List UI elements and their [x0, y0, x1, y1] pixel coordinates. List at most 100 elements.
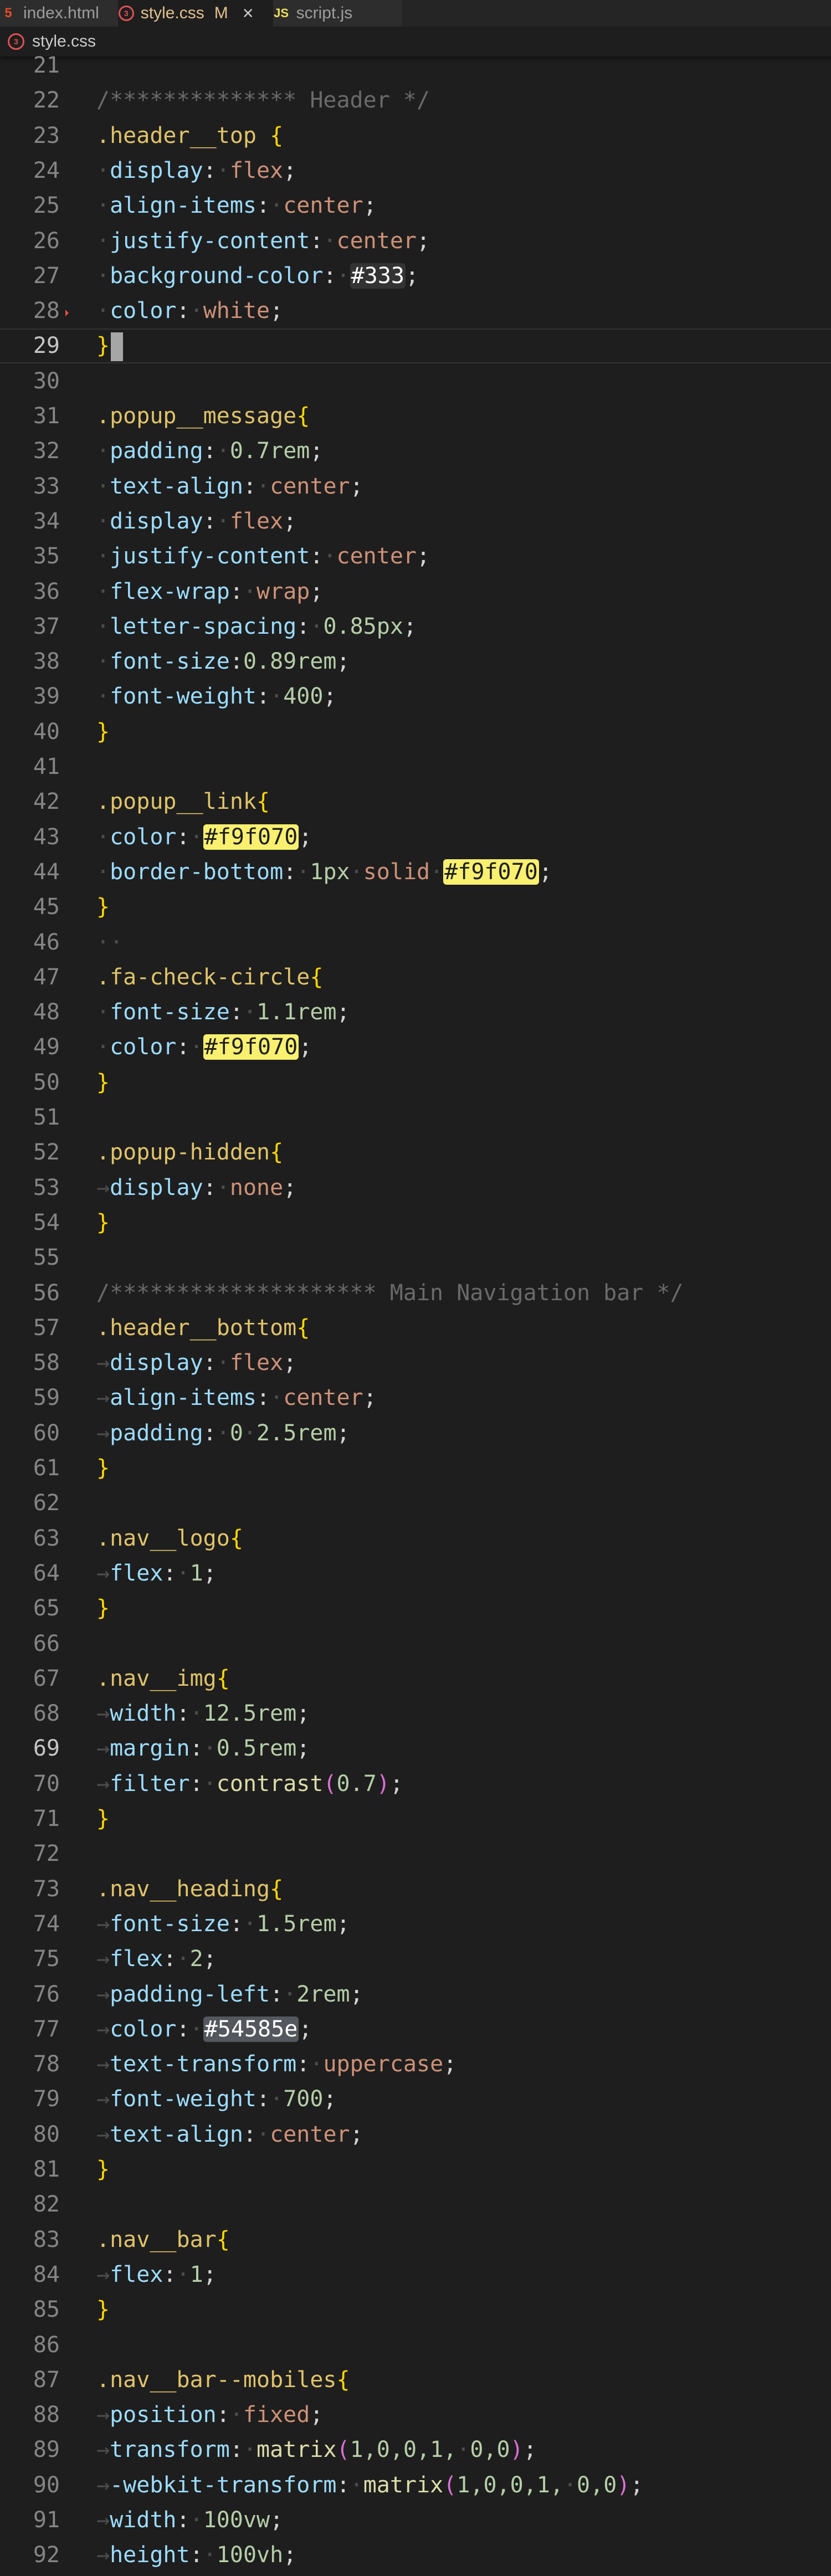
code-line[interactable]: 40}	[0, 715, 831, 750]
code-text: }	[96, 1065, 110, 1100]
code-line[interactable]: 27 ·background-color:·#333;	[0, 259, 831, 294]
code-line[interactable]: 49 ·color:·#f9f070;	[0, 1030, 831, 1065]
code-token: align-items	[110, 193, 257, 219]
code-line[interactable]: 77 →color:·#54585e;	[0, 2012, 831, 2047]
line-number: 52	[33, 1140, 60, 1166]
code-line[interactable]: 46 ··	[0, 925, 831, 960]
code-line[interactable]: 69 →margin:·0.5rem;	[0, 1731, 831, 1766]
code-line[interactable]: 78 →text-transform:·uppercase;	[0, 2047, 831, 2082]
code-line[interactable]: 71}	[0, 1802, 831, 1836]
code-line[interactable]: 51	[0, 1100, 831, 1135]
code-line[interactable]: 85}	[0, 2292, 831, 2327]
code-line[interactable]: 60 →padding:·0·2.5rem;	[0, 1416, 831, 1451]
code-line[interactable]: 23 .header__top {	[0, 119, 831, 153]
code-line[interactable]: 61}	[0, 1451, 831, 1486]
code-token: ;	[389, 1771, 403, 1797]
code-line[interactable]: 24 ·display:·flex;	[0, 153, 831, 188]
code-token: }	[96, 1209, 110, 1235]
code-token: 2	[189, 1946, 203, 1972]
code-line[interactable]: 67 .nav__img{	[0, 1661, 831, 1696]
code-line[interactable]: 47 .fa-check-circle{	[0, 960, 831, 995]
code-text: →display:·none;	[96, 1171, 296, 1205]
line-number: 89	[33, 2437, 60, 2463]
code-line[interactable]: 22 /************** Header */	[0, 83, 831, 118]
code-token: ·	[243, 1420, 257, 1446]
code-line[interactable]: 35 ·justify-content:·center;	[0, 539, 831, 574]
code-line[interactable]: 54}	[0, 1205, 831, 1240]
code-line[interactable]: 82	[0, 2187, 831, 2222]
code-line[interactable]: 74 →font-size:·1.5rem;	[0, 1907, 831, 1942]
tab-script-js[interactable]: JS script.js	[273, 0, 403, 27]
code-text: →font-size:·1.5rem;	[96, 1907, 350, 1942]
code-line[interactable]: 32 ·padding:·0.7rem;	[0, 434, 831, 469]
code-line[interactable]: 62	[0, 1486, 831, 1521]
code-line[interactable]: 89 →transform:·matrix(1,0,0,1,·0,0);	[0, 2433, 831, 2467]
code-line[interactable]: 66	[0, 1626, 831, 1661]
code-line[interactable]: 90 →-webkit-transform:·matrix(1,0,0,1,·0,…	[0, 2468, 831, 2503]
code-token: ;	[417, 543, 430, 569]
code-line[interactable]: 37 ·letter-spacing:·0.85px;	[0, 609, 831, 644]
code-line[interactable]: 80 →text-align:·center;	[0, 2117, 831, 2152]
code-token: width	[110, 1701, 177, 1727]
code-line[interactable]: 73 .nav__heading{	[0, 1872, 831, 1907]
code-line[interactable]: 30	[0, 364, 831, 399]
code-line[interactable]: 52 .popup-hidden{	[0, 1135, 831, 1170]
code-line[interactable]: 59 →align-items:·center;	[0, 1381, 831, 1415]
code-line[interactable]: 57 .header__bottom{	[0, 1311, 831, 1346]
code-line[interactable]: 39 ·font-weight:·400;	[0, 679, 831, 714]
code-text: .nav__bar--mobiles{	[96, 2363, 350, 2398]
code-line[interactable]: 25 ·align-items:·center;	[0, 188, 831, 223]
code-line[interactable]: 41	[0, 750, 831, 784]
code-line[interactable]: 70 →filter:·contrast(0.7);	[0, 1767, 831, 1802]
code-line[interactable]: 72	[0, 1836, 831, 1871]
code-line[interactable]: 21	[0, 48, 831, 83]
code-token: .nav__img	[96, 1665, 217, 1691]
code-line[interactable]: 28 ·color:·white;	[0, 294, 831, 329]
code-line[interactable]: 79 →font-weight:·700;	[0, 2082, 831, 2117]
code-line[interactable]: 44 ·border-bottom:·1px·solid·#f9f070;	[0, 855, 831, 890]
code-line[interactable]: 86	[0, 2328, 831, 2363]
code-text: →position:·fixed;	[96, 2398, 323, 2433]
code-line[interactable]: 33 ·text-align:·center;	[0, 469, 831, 504]
code-token: center	[270, 473, 350, 499]
tab-style-css[interactable]: 3 style.css M ×	[118, 0, 273, 27]
code-line[interactable]: 26 ·justify-content:·center;	[0, 224, 831, 259]
line-number: 79	[33, 2086, 60, 2112]
code-line[interactable]: 83 .nav__bar{	[0, 2223, 831, 2257]
code-line[interactable]: 91 →width:·100vw;	[0, 2503, 831, 2538]
close-icon[interactable]: ×	[243, 3, 254, 24]
code-line[interactable]: 38 ·font-size:0.89rem;	[0, 644, 831, 679]
code-token: :	[229, 999, 243, 1025]
code-line[interactable]: 45}	[0, 890, 831, 925]
code-line[interactable]: 56 /******************** Main Navigation …	[0, 1276, 831, 1311]
code-line[interactable]: 64 →flex:·1;	[0, 1556, 831, 1591]
line-number: 23	[33, 122, 60, 148]
code-line[interactable]: 50}	[0, 1065, 831, 1100]
code-line[interactable]: 43 ·color:·#f9f070;	[0, 820, 831, 855]
code-line[interactable]: 31 .popup__message{	[0, 399, 831, 434]
tab-index-html[interactable]: 5 index.html	[0, 0, 119, 27]
code-line[interactable]: 53 →display:·none;	[0, 1171, 831, 1205]
code-line[interactable]: 58 →display:·flex;	[0, 1346, 831, 1381]
code-line[interactable]: 84 →flex:·1;	[0, 2257, 831, 2292]
code-line[interactable]: 29}	[0, 329, 831, 364]
code-line[interactable]: 76 →padding-left:·2rem;	[0, 1977, 831, 2012]
code-line[interactable]: 81}	[0, 2152, 831, 2187]
code-token: →	[96, 1350, 110, 1376]
code-line[interactable]: 65}	[0, 1591, 831, 1626]
code-line[interactable]: 75 →flex:·2;	[0, 1942, 831, 1977]
code-token: ·	[176, 1560, 190, 1586]
code-line[interactable]: 88 →position:·fixed;	[0, 2398, 831, 2433]
code-line[interactable]: 48 ·font-size:·1.1rem;	[0, 995, 831, 1030]
code-line[interactable]: 63 .nav__logo{	[0, 1521, 831, 1556]
code-token: ·	[203, 1736, 217, 1762]
code-line[interactable]: 92 →height:·100vh;	[0, 2538, 831, 2573]
code-line[interactable]: 36 ·flex-wrap:·wrap;	[0, 574, 831, 609]
code-editor[interactable]: 21 22/************** Header */23 .header__…	[0, 53, 831, 2576]
code-line[interactable]: 68 →width:·12.5rem;	[0, 1696, 831, 1731]
code-line[interactable]: 42 .popup__link{	[0, 784, 831, 819]
code-line[interactable]: 55	[0, 1240, 831, 1275]
code-line[interactable]: 87 .nav__bar--mobiles{	[0, 2363, 831, 2398]
code-token: center	[336, 228, 417, 254]
code-line[interactable]: 34 ·display:·flex;	[0, 504, 831, 539]
